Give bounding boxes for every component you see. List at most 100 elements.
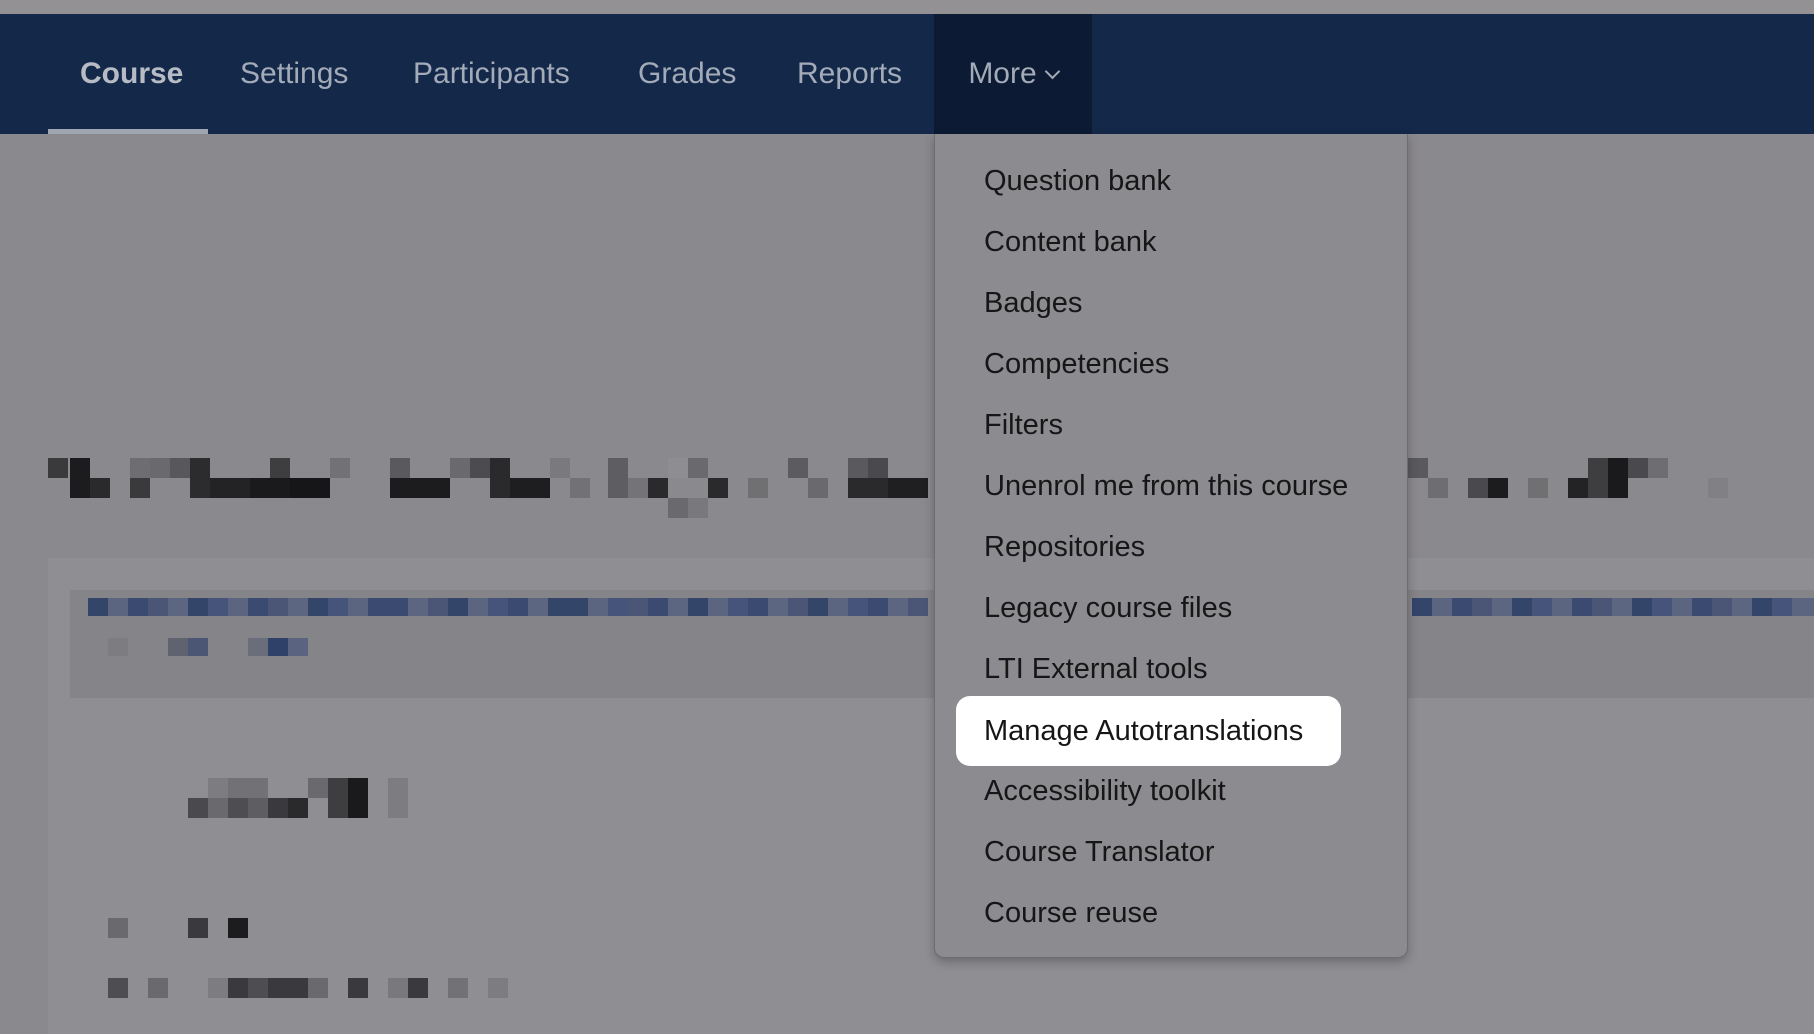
obscured-pixel [228, 918, 248, 938]
menu-item-filters[interactable]: Filters [935, 397, 1409, 453]
obscured-pixel [348, 978, 368, 998]
menu-item-unenrol[interactable]: Unenrol me from this course [935, 458, 1409, 514]
obscured-pixel [488, 598, 508, 616]
obscured-pixel [448, 978, 468, 998]
obscured-pixel [130, 458, 150, 478]
obscured-pixel [1592, 598, 1612, 616]
obscured-pixel [1652, 598, 1672, 616]
obscured-pixel [1752, 598, 1772, 616]
obscured-pixel [190, 458, 210, 498]
obscured-pixel [450, 458, 470, 478]
obscured-pixel [848, 458, 868, 478]
obscured-pixel [708, 478, 728, 498]
obscured-pixel [828, 598, 848, 616]
obscured-pixel [1712, 598, 1732, 616]
obscured-pixel [388, 978, 408, 998]
obscured-pixel [508, 598, 528, 616]
obscured-pixel [148, 598, 168, 616]
obscured-pixel [808, 478, 828, 498]
obscured-pixel [248, 598, 268, 616]
obscured-pixel [868, 458, 888, 478]
obscured-pixel [470, 458, 490, 478]
nav-participants[interactable]: Participants [413, 14, 570, 134]
obscured-pixel [148, 978, 168, 998]
obscured-pixel [1468, 478, 1488, 498]
obscured-pixel [208, 798, 228, 818]
obscured-pixel [248, 798, 268, 818]
obscured-pixel [268, 638, 288, 656]
nav-more-button[interactable]: More [934, 14, 1092, 134]
obscured-pixel [108, 918, 128, 938]
obscured-pixel [728, 598, 748, 616]
menu-item-legacy-course-files[interactable]: Legacy course files [935, 580, 1409, 636]
menu-item-course-reuse[interactable]: Course reuse [935, 885, 1409, 941]
obscured-pixel [1732, 598, 1752, 616]
obscured-pixel [1552, 598, 1572, 616]
obscured-pixel [288, 638, 308, 656]
obscured-pixel [88, 598, 108, 616]
obscured-pixel [90, 478, 110, 498]
nav-settings[interactable]: Settings [240, 14, 348, 134]
obscured-pixel [768, 598, 788, 616]
obscured-pixel [268, 978, 308, 998]
obscured-pixel [788, 598, 808, 616]
obscured-pixel [668, 498, 688, 518]
obscured-pixel [1428, 478, 1448, 498]
obscured-pixel [128, 598, 148, 616]
obscured-pixel [70, 458, 90, 498]
obscured-pixel [588, 598, 608, 616]
obscured-pixel [390, 478, 450, 498]
menu-item-manage-autotranslations[interactable]: Manage Autotranslations [956, 696, 1341, 766]
obscured-pixel [510, 478, 550, 498]
nav-course[interactable]: Course [80, 14, 183, 134]
secondary-navigation: Course Settings Participants Grades Repo… [0, 14, 1814, 134]
obscured-pixel [788, 458, 808, 478]
obscured-pixel [248, 978, 268, 998]
chevron-down-icon [1044, 63, 1060, 79]
obscured-pixel [688, 458, 708, 478]
menu-item-course-translator[interactable]: Course Translator [935, 824, 1409, 880]
menu-item-accessibility-toolkit[interactable]: Accessibility toolkit [935, 763, 1409, 819]
obscured-pixel [390, 458, 410, 478]
menu-item-badges[interactable]: Badges [935, 275, 1409, 331]
page: Course Settings Participants Grades Repo… [0, 0, 1814, 1034]
menu-item-repositories[interactable]: Repositories [935, 519, 1409, 575]
obscured-pixel [688, 598, 708, 616]
obscured-pixel [228, 798, 248, 818]
obscured-pixel [248, 638, 268, 656]
obscured-pixel [688, 498, 708, 518]
obscured-pixel [888, 478, 928, 498]
obscured-pixel [1648, 458, 1668, 478]
obscured-pixel [1488, 478, 1508, 498]
more-dropdown-menu: Question bank Content bank Badges Compet… [934, 134, 1408, 958]
menu-item-question-bank[interactable]: Question bank [935, 153, 1409, 209]
nav-reports[interactable]: Reports [797, 14, 902, 134]
obscured-pixel [1668, 458, 1688, 478]
obscured-pixel [108, 638, 128, 656]
obscured-pixel [490, 458, 510, 498]
menu-item-competencies[interactable]: Competencies [935, 336, 1409, 392]
obscured-pixel [188, 798, 208, 818]
obscured-pixel [228, 978, 248, 998]
obscured-pixel [1532, 598, 1552, 616]
menu-item-lti-external-tools[interactable]: LTI External tools [935, 641, 1409, 697]
obscured-pixel [328, 778, 348, 818]
obscured-pixel [188, 918, 208, 938]
obscured-pixel [408, 978, 428, 998]
menu-item-content-bank[interactable]: Content bank [935, 214, 1409, 270]
obscured-pixel [208, 598, 228, 616]
obscured-pixel [208, 978, 228, 998]
obscured-pixel [668, 598, 688, 616]
obscured-pixel [908, 598, 928, 616]
obscured-pixel [308, 978, 328, 998]
nav-grades[interactable]: Grades [638, 14, 736, 134]
obscured-pixel [170, 458, 190, 478]
active-tab-indicator [48, 129, 208, 134]
obscured-pixel [708, 598, 728, 616]
obscured-pixel [408, 598, 428, 616]
nav-more-label: More [968, 57, 1037, 90]
obscured-pixel [188, 598, 208, 616]
top-strip [0, 0, 1814, 14]
obscured-pixel [168, 598, 188, 616]
obscured-pixel [108, 598, 128, 616]
